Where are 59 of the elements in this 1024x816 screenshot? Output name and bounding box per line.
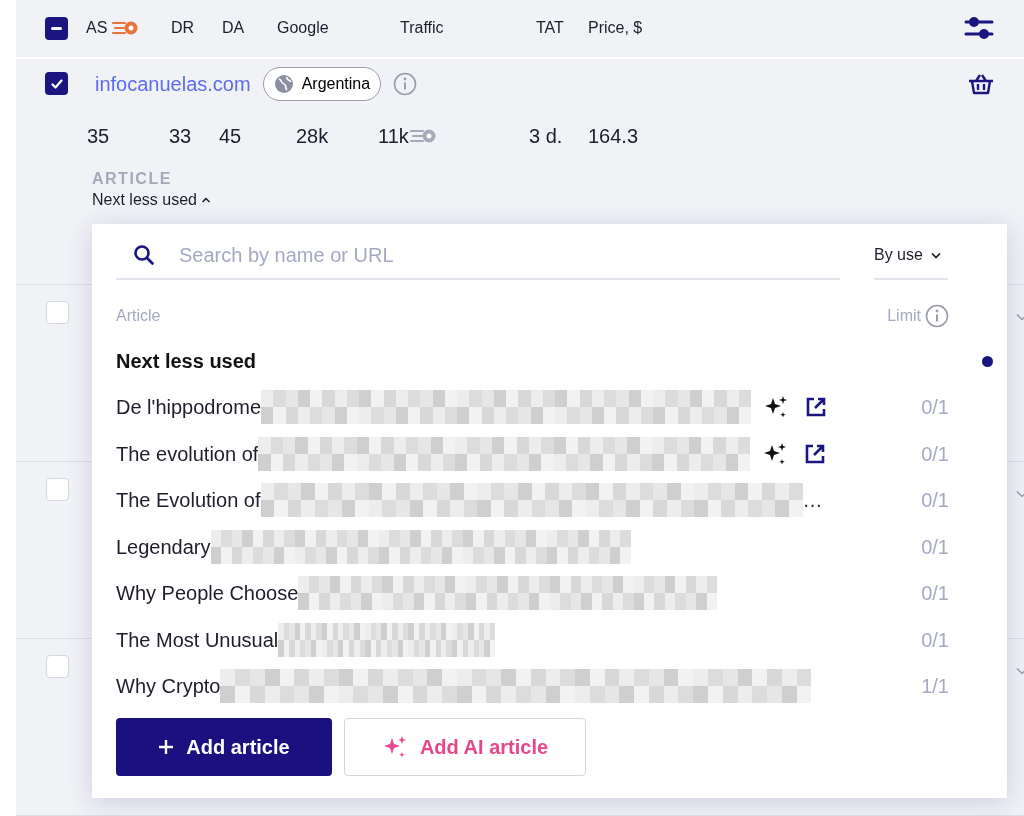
external-link-icon[interactable] [804, 442, 827, 465]
basket-icon[interactable] [968, 72, 994, 95]
metric-value: 11k [378, 123, 409, 149]
limit-count: 0/1 [921, 395, 949, 421]
article-title[interactable]: The evolution of [116, 438, 259, 469]
checkbox[interactable] [46, 300, 69, 324]
search-icon [133, 244, 155, 266]
meteor-icon [111, 20, 140, 37]
metric-value: 164.3 [588, 123, 639, 149]
column-header: Price, $ [588, 18, 643, 39]
site-link[interactable]: infocanuelas.com [95, 68, 251, 99]
limit-count: 0/1 [921, 627, 949, 653]
limit-count: 0/1 [921, 488, 949, 514]
article-title[interactable]: Why Crypto [116, 671, 221, 702]
plus-icon [158, 738, 175, 755]
column-header: DR [171, 18, 195, 39]
column-header: Article [116, 306, 161, 326]
column-header: TAT [536, 18, 564, 39]
article-title[interactable]: Why People Choose [116, 578, 299, 609]
limit-count: 0/1 [921, 534, 949, 560]
checkbox[interactable] [45, 72, 68, 96]
chevron-icon [930, 251, 941, 259]
article-title[interactable]: Legendary [116, 531, 211, 562]
metric-value: 3 d. [529, 123, 563, 149]
ellipsis: … [802, 488, 823, 514]
external-link-icon[interactable] [805, 396, 827, 419]
limit-count: 0/1 [921, 581, 949, 607]
column-header: DA [222, 18, 245, 39]
metric-value: 35 [87, 123, 110, 149]
column-header: Traffic [400, 18, 444, 39]
caret-icon [200, 195, 211, 204]
search-field[interactable]: Search by name or URL [179, 240, 840, 270]
article-dropdown[interactable]: Next less used [92, 188, 211, 211]
checkbox[interactable] [46, 477, 69, 501]
add-ai-article-button[interactable]: Add AI article [344, 717, 586, 776]
info-icon[interactable] [925, 304, 949, 328]
check-icon [49, 76, 64, 91]
article-title[interactable]: De l'hippodrome [116, 392, 261, 423]
sort-dropdown[interactable]: By use [874, 232, 948, 280]
article-label: ARTICLE [92, 168, 173, 189]
limit-count: 1/1 [921, 674, 949, 700]
metric-value: 45 [219, 123, 242, 149]
option-item[interactable]: Next less used [116, 338, 993, 384]
column-header: Limit [887, 306, 921, 326]
article-title[interactable]: The Evolution of [116, 485, 261, 516]
country-badge: Argentina [262, 66, 382, 101]
globe-icon [273, 73, 294, 94]
checkbox[interactable] [46, 654, 69, 678]
column-header: Google [277, 18, 329, 39]
dash-icon [51, 26, 62, 30]
article-title[interactable]: The Most Unusual [116, 624, 279, 655]
sliders-icon[interactable] [964, 16, 994, 41]
limit-count: 0/1 [921, 441, 949, 467]
metric-value: 33 [169, 123, 192, 149]
column-header: AS [86, 18, 108, 39]
meteor-icon [408, 127, 437, 144]
add-article-button[interactable]: Add article [116, 717, 332, 776]
checkbox[interactable] [45, 16, 68, 40]
metric-value: 28k [296, 123, 329, 149]
